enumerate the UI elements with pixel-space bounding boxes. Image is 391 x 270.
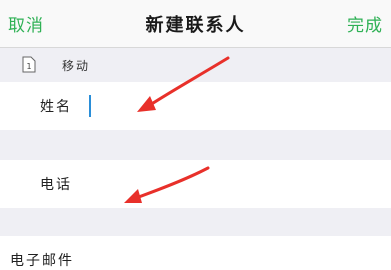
sim-card-icon: 1 [22,56,36,73]
text-cursor [89,95,91,117]
sim-section[interactable] [0,48,391,82]
name-label: 姓名 [40,99,72,115]
sim-label: 移动 [62,59,91,73]
navigation-bar: 取消 新建联系人 完成 [0,0,391,48]
section-separator [0,208,391,236]
section-separator [0,130,391,160]
page-title: 新建联系人 [145,15,246,36]
done-button[interactable]: 完成 [347,11,383,36]
sim-number: 1 [26,62,31,71]
phone-input[interactable] [88,172,368,196]
name-input[interactable] [88,94,368,118]
email-label: 电子邮件 [10,253,74,269]
phone-label: 电话 [40,177,72,193]
